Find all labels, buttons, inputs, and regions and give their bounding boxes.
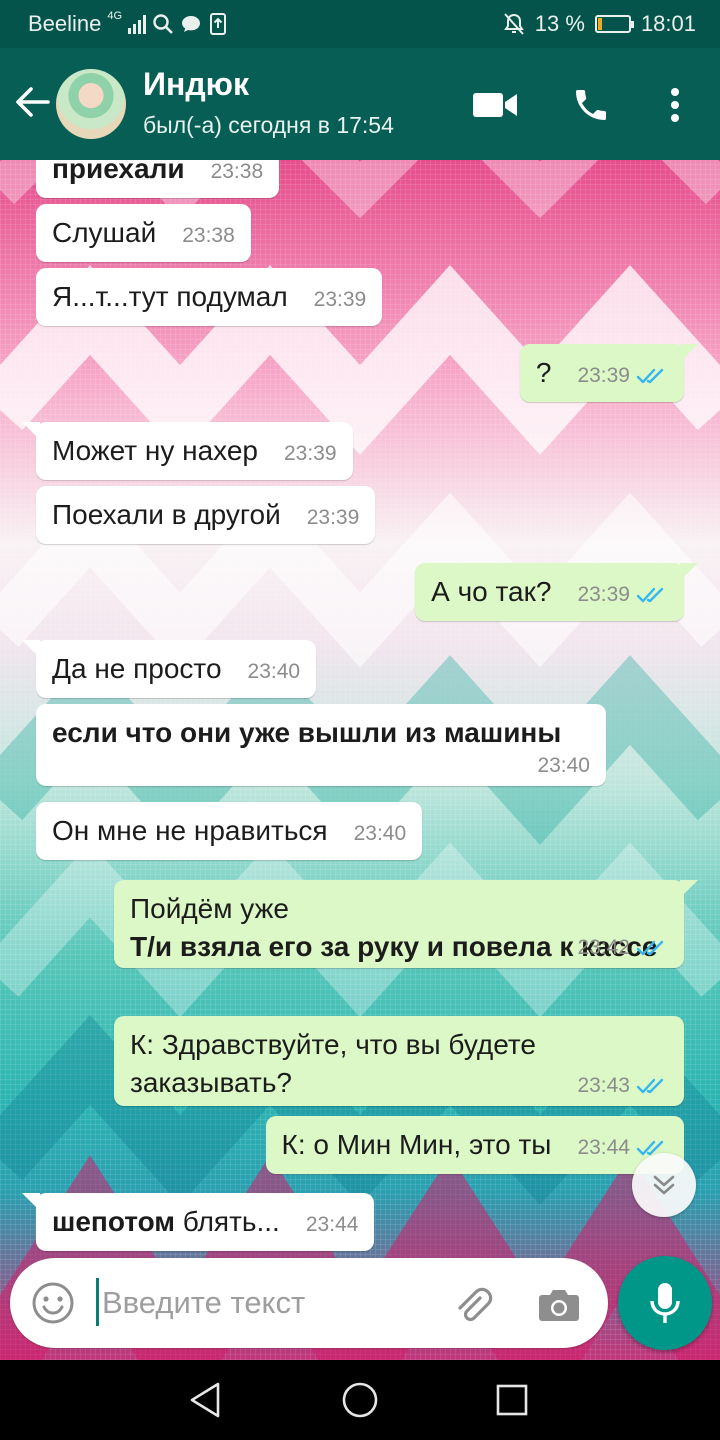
message-outgoing[interactable]: Пойдём уже Т/и взяла его за руку и повел… (114, 880, 698, 968)
message-time: 23:43 (577, 1074, 630, 1097)
message-time: 23:39 (306, 506, 360, 529)
message-text: если что они уже вышли из машины (52, 717, 562, 748)
message-text: А чо так? (431, 576, 552, 607)
message-outgoing[interactable]: К: о Мин Мин, это ты 23:44 (265, 1116, 684, 1174)
carrier-label: Beeline (28, 11, 102, 36)
message-outgoing[interactable]: А чо так? 23:39 (415, 563, 698, 621)
message-time: 23:39 (313, 288, 367, 311)
message-incoming[interactable]: Поехали в другой 23:39 (36, 486, 376, 544)
mute-bell-icon (503, 13, 524, 35)
upload-icon (210, 13, 227, 35)
message-incoming[interactable]: шепотом блять... 23:44 (21, 1193, 375, 1251)
clock: 18:01 (640, 11, 696, 36)
nav-back-icon[interactable] (184, 1378, 228, 1422)
mic-button[interactable] (618, 1256, 712, 1350)
message-text: К: о Мин Мин, это ты (281, 1129, 552, 1160)
last-seen-status: был(-а) сегодня в 17:54 (143, 112, 394, 138)
message-time: 23:40 (537, 754, 590, 777)
message-time: 23:40 (353, 822, 407, 845)
message-text: Да не просто (52, 653, 222, 684)
message-text: ? (535, 357, 552, 388)
emoji-icon[interactable] (30, 1280, 76, 1326)
message-incoming[interactable]: если что они уже вышли из машины 23:40 (36, 704, 606, 786)
network-type-label: 4G (107, 10, 123, 22)
message-text: Он мне не нравиться (52, 815, 328, 846)
message-time: 23:42 (577, 936, 630, 959)
message-text: приехали (52, 160, 185, 184)
more-vert-icon[interactable] (650, 80, 700, 130)
message-text: Я...т...тут подумал (52, 281, 288, 312)
attach-icon[interactable] (450, 1282, 496, 1328)
read-ticks-icon (636, 1078, 664, 1094)
message-text: Может ну нахер (52, 435, 258, 466)
message-incoming[interactable]: Слушай 23:38 (36, 204, 251, 262)
message-incoming[interactable]: Он мне не нравиться 23:40 (36, 802, 423, 860)
message-input[interactable] (102, 1276, 442, 1330)
back-arrow-icon[interactable] (10, 80, 54, 124)
message-time: 23:39 (283, 442, 337, 465)
chat-header: Индюк был(-а) сегодня в 17:54 (0, 48, 720, 160)
message-outgoing[interactable]: ? 23:39 (519, 344, 699, 402)
message-icon (182, 16, 201, 32)
message-time: 23:38 (182, 224, 235, 247)
text-cursor (96, 1278, 99, 1326)
battery-icon (594, 15, 634, 33)
avatar[interactable] (56, 69, 126, 139)
scroll-to-bottom-button[interactable] (632, 1153, 696, 1217)
message-bold-text: шепотом (52, 1206, 176, 1237)
read-ticks-icon (636, 587, 664, 603)
message-time: 23:44 (577, 1136, 630, 1159)
double-chevron-down-icon (653, 1175, 675, 1195)
signal-icon (128, 14, 147, 34)
mic-icon (650, 1283, 680, 1323)
nav-recents-icon[interactable] (490, 1378, 534, 1422)
status-bar: Beeline 4G 13 % 18:01 (0, 0, 720, 48)
message-text: Слушай (52, 217, 157, 248)
message-time: 23:40 (247, 660, 301, 683)
message-incoming[interactable]: Да не просто 23:40 (21, 640, 317, 698)
message-time: 23:38 (210, 160, 264, 183)
read-ticks-icon (636, 940, 664, 956)
contact-name[interactable]: Индюк (143, 66, 249, 103)
camera-icon[interactable] (536, 1282, 582, 1328)
message-time: 23:39 (577, 364, 630, 387)
system-nav-bar (0, 1360, 720, 1440)
message-time: 23:44 (305, 1213, 359, 1236)
nav-home-icon[interactable] (338, 1378, 382, 1422)
message-time: 23:39 (577, 583, 630, 606)
chat-messages[interactable]: приехали 23:38 Слушай 23:38 Я...т...тут по… (0, 160, 720, 1360)
message-composer (10, 1258, 608, 1348)
message-text: Поехали в другой (52, 499, 281, 530)
message-text: Пойдём уже (130, 893, 289, 924)
message-incoming[interactable]: Может ну нахер 23:39 (22, 422, 353, 480)
search-icon (153, 14, 173, 34)
battery-percent: 13 % (534, 11, 585, 36)
message-text: блять... (175, 1206, 280, 1237)
message-incoming[interactable]: приехали 23:38 (36, 160, 280, 198)
message-outgoing[interactable]: К: Здравствуйте, что вы будете заказыват… (114, 1016, 684, 1106)
message-incoming[interactable]: Я...т...тут подумал 23:39 (36, 268, 383, 326)
video-call-icon[interactable] (470, 80, 520, 130)
phone-icon[interactable] (566, 80, 616, 130)
read-ticks-icon (636, 368, 664, 384)
